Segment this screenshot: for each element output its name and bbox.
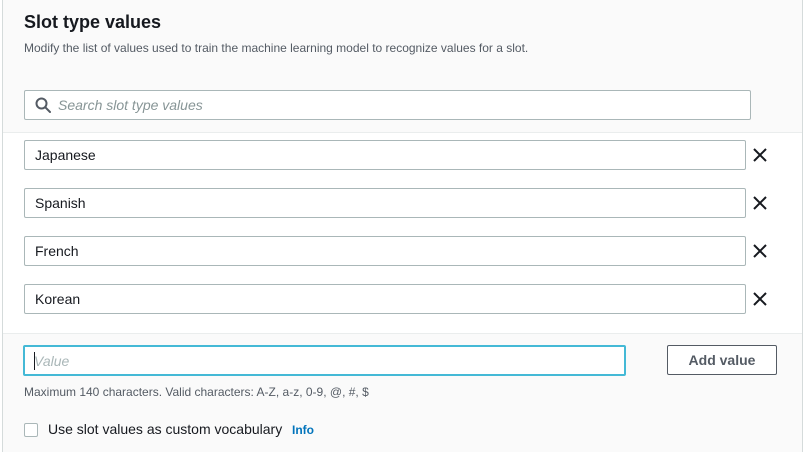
slot-value-row (24, 284, 794, 314)
custom-vocabulary-label[interactable]: Use slot values as custom vocabulary (48, 421, 282, 437)
slot-value-input[interactable] (35, 290, 735, 308)
slot-type-values-panel: Slot type values Modify the list of valu… (2, 0, 803, 452)
search-icon (35, 97, 51, 113)
slot-value-field[interactable] (24, 188, 746, 218)
slot-value-row (24, 140, 794, 170)
slot-value-field[interactable] (24, 284, 746, 314)
search-box[interactable] (24, 90, 751, 120)
info-link[interactable]: Info (292, 423, 314, 437)
slot-value-input[interactable] (35, 146, 735, 164)
slot-value-input[interactable] (35, 242, 735, 260)
new-value-field[interactable] (23, 345, 626, 376)
slot-value-row (24, 236, 794, 266)
slot-value-field[interactable] (24, 236, 746, 266)
add-value-button[interactable]: Add value (667, 345, 777, 375)
close-icon[interactable] (752, 195, 768, 211)
custom-vocabulary-checkbox[interactable] (24, 423, 38, 437)
close-icon[interactable] (752, 291, 768, 307)
add-value-section: Add value Maximum 140 characters. Valid … (3, 333, 802, 452)
close-icon[interactable] (752, 147, 768, 163)
slot-value-input[interactable] (35, 194, 735, 212)
value-constraints-hint: Maximum 140 characters. Valid characters… (24, 385, 369, 399)
close-icon[interactable] (752, 243, 768, 259)
section-header: Slot type values Modify the list of valu… (3, 0, 802, 133)
section-description: Modify the list of values used to train … (24, 41, 529, 55)
new-value-input[interactable] (34, 352, 614, 370)
slot-value-field[interactable] (24, 140, 746, 170)
slot-value-row (24, 188, 794, 218)
section-title: Slot type values (24, 12, 162, 32)
search-input[interactable] (58, 95, 738, 115)
